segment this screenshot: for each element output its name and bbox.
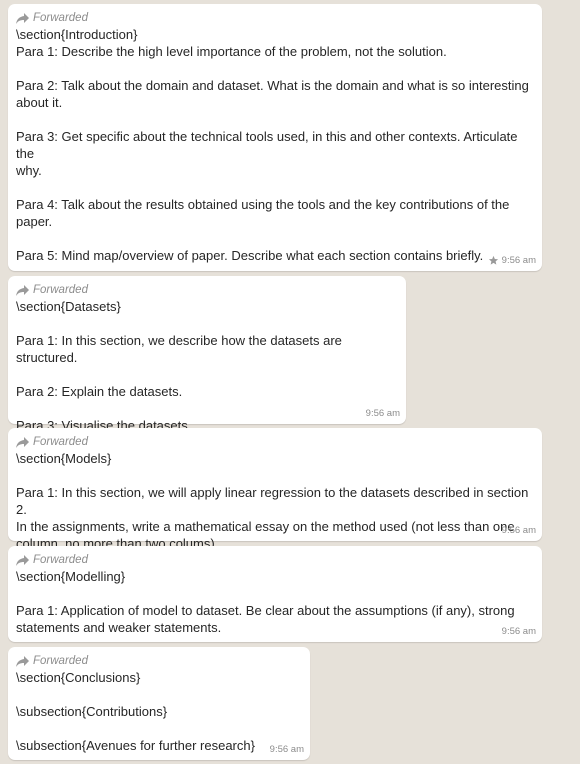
message-time: 9:56 am	[365, 408, 400, 419]
forward-arrow-icon	[16, 284, 29, 296]
message-line: Para 2: Talk about the domain and datase…	[16, 78, 529, 93]
message-text: \section{Conclusions} \subsection{Contri…	[16, 669, 302, 754]
forwarded-tag: Forwarded	[16, 552, 534, 568]
chat-pane[interactable]: Forwarded \section{Introduction} Para 1:…	[0, 0, 580, 764]
forwarded-label: Forwarded	[33, 12, 88, 24]
message-meta: 9:56 am	[502, 525, 536, 536]
forwarded-tag: Forwarded	[16, 653, 302, 669]
message-line: Para 1: Application of model to dataset.…	[16, 603, 515, 618]
forwarded-tag: Forwarded	[16, 282, 398, 298]
forward-arrow-icon	[16, 436, 29, 448]
message-time: 9:56 am	[501, 626, 536, 637]
forwarded-tag: Forwarded	[16, 434, 534, 450]
message-text: \section{Models} Para 1: In this section…	[16, 450, 534, 552]
message-time: 9:56 am	[501, 255, 536, 266]
message-line: \section{Models}	[16, 451, 112, 466]
message-text: \section{Datasets} Para 1: In this secti…	[16, 298, 398, 434]
message-bubble[interactable]: Forwarded \section{Conclusions} \subsect…	[8, 647, 310, 760]
message-meta: 9:56 am	[488, 255, 536, 266]
message-line: Para 3: Get specific about the technical…	[16, 129, 522, 161]
message-line: Para 2: Explain the datasets.	[16, 384, 183, 399]
message-line: why.	[16, 163, 42, 178]
forward-arrow-icon	[16, 12, 29, 24]
message-text: \section{Introduction} Para 1: Describe …	[16, 26, 534, 264]
message-line: \section{Modelling}	[16, 569, 126, 584]
message-line: In the assignments, write a mathematical…	[16, 519, 515, 534]
message-time: 9:56 am	[269, 744, 304, 755]
message-line: Para 1: In this section, we will apply l…	[16, 485, 532, 517]
message-line: \subsection{Avenues for further research…	[16, 738, 255, 753]
message-meta: 9:56 am	[366, 408, 400, 419]
forwarded-label: Forwarded	[33, 554, 88, 566]
message-meta: 9:56 am	[270, 744, 304, 755]
message-bubble[interactable]: Forwarded \section{Introduction} Para 1:…	[8, 4, 542, 271]
message-line: \section{Introduction}	[16, 27, 138, 42]
message-line: Para 5: Mind map/overview of paper. Desc…	[16, 248, 484, 263]
message-bubble[interactable]: Forwarded \section{Models} Para 1: In th…	[8, 428, 542, 551]
message-line: Para 1: Describe the high level importan…	[16, 44, 447, 59]
message-line: \section{Conclusions}	[16, 670, 141, 685]
message-line: statements and weaker statements.	[16, 620, 222, 635]
message-line: paper.	[16, 214, 53, 229]
forward-arrow-icon	[16, 655, 29, 667]
message-line: Para 4: Talk about the results obtained …	[16, 197, 510, 212]
forwarded-label: Forwarded	[33, 655, 88, 667]
message-line: about it.	[16, 95, 63, 110]
message-time: 9:56 am	[501, 525, 536, 536]
message-line: \subsection{Contributions}	[16, 704, 168, 719]
message-line: \section{Datasets}	[16, 299, 121, 314]
message-text: \section{Modelling} Para 1: Application …	[16, 568, 534, 636]
message-bubble[interactable]: Forwarded \section{Datasets} Para 1: In …	[8, 276, 406, 433]
forwarded-label: Forwarded	[33, 284, 88, 296]
star-icon	[488, 255, 498, 265]
message-line: Para 1: In this section, we describe how…	[16, 333, 346, 365]
forward-arrow-icon	[16, 554, 29, 566]
message-meta: 9:56 am	[502, 626, 536, 637]
message-bubble[interactable]: Forwarded \section{Modelling} Para 1: Ap…	[8, 546, 542, 642]
forwarded-label: Forwarded	[33, 436, 88, 448]
forwarded-tag: Forwarded	[16, 10, 534, 26]
